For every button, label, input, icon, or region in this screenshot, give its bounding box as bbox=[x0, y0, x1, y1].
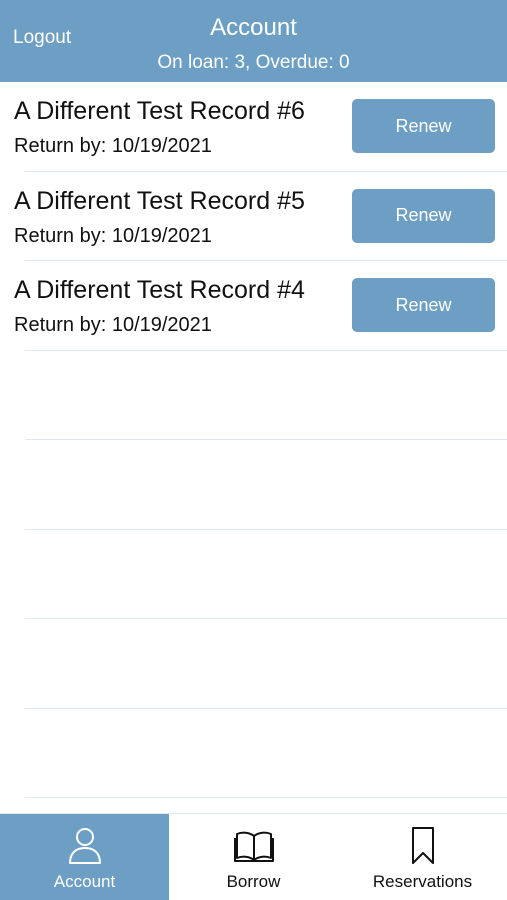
item-title: A Different Test Record #5 bbox=[14, 186, 305, 215]
renew-button[interactable]: Renew bbox=[352, 278, 495, 332]
item-return-date: Return by: 10/19/2021 bbox=[14, 224, 212, 247]
tab-account[interactable]: Account bbox=[0, 814, 169, 900]
renew-button[interactable]: Renew bbox=[352, 99, 495, 153]
list-item: A Different Test Record #4 Return by: 10… bbox=[0, 261, 507, 351]
list-item: A Different Test Record #6 Return by: 10… bbox=[0, 82, 507, 172]
empty-row-separator bbox=[25, 618, 507, 619]
tab-borrow[interactable]: Borrow bbox=[169, 814, 338, 900]
book-icon bbox=[233, 826, 274, 866]
tab-bar: Account Borrow Reservations bbox=[0, 813, 507, 900]
loan-summary: On loan: 3, Overdue: 0 bbox=[157, 52, 350, 73]
empty-row-separator bbox=[25, 708, 507, 709]
item-title: A Different Test Record #4 bbox=[14, 276, 305, 304]
empty-row-separator bbox=[25, 529, 507, 530]
tab-label: Account bbox=[53, 872, 116, 891]
item-return-date: Return by: 10/19/2021 bbox=[14, 135, 212, 157]
tab-label: Borrow bbox=[226, 872, 281, 891]
header-bar: Logout Account On loan: 3, Overdue: 0 bbox=[0, 0, 507, 82]
empty-row-separator bbox=[25, 439, 507, 440]
tab-label: Reservations bbox=[372, 872, 473, 891]
page-title: Account bbox=[210, 14, 297, 41]
renew-button[interactable]: Renew bbox=[352, 188, 495, 243]
person-icon bbox=[65, 826, 105, 866]
list-item: A Different Test Record #5 Return by: 10… bbox=[0, 172, 507, 262]
tab-reservations[interactable]: Reservations bbox=[338, 814, 507, 900]
empty-row-separator bbox=[25, 797, 507, 798]
item-return-date: Return by: 10/19/2021 bbox=[14, 314, 212, 336]
loan-list: A Different Test Record #6 Return by: 10… bbox=[0, 82, 507, 351]
account-screen: Logout Account On loan: 3, Overdue: 0 A … bbox=[0, 0, 507, 900]
item-title: A Different Test Record #6 bbox=[14, 97, 305, 125]
bookmark-icon bbox=[403, 826, 443, 866]
